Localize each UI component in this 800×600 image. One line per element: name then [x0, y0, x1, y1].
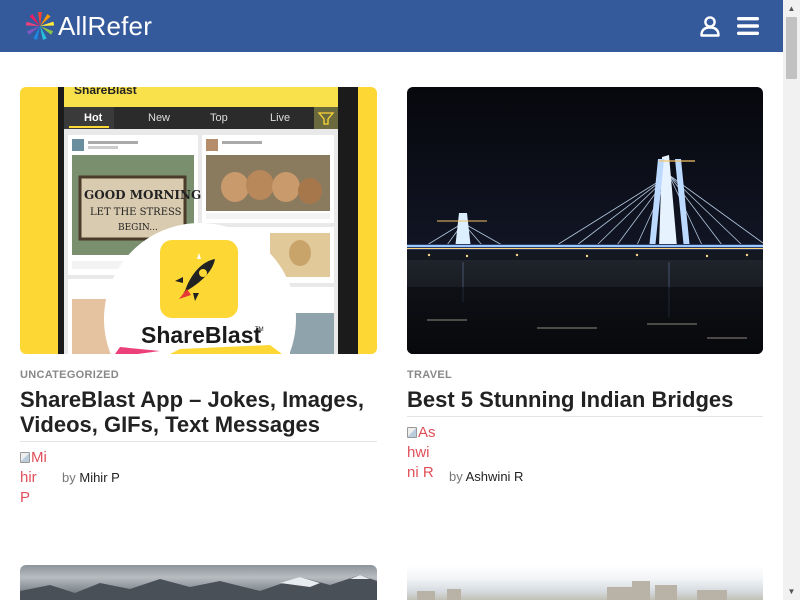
- author-avatar[interactable]: Mihir P: [20, 448, 50, 508]
- post-thumbnail[interactable]: [407, 565, 763, 600]
- main-menu-button[interactable]: [735, 13, 761, 39]
- post-title[interactable]: ShareBlast App – Jokes, Images, Videos, …: [20, 387, 377, 437]
- author-byline: by Ashwini R: [449, 469, 523, 484]
- post-thumbnail[interactable]: ShareBlast Hot New Top Live GOOD MORNING…: [20, 87, 377, 354]
- post-author-row: Mihir P by Mihir P: [20, 442, 377, 522]
- thumb-sign-line1: GOOD MORNING..: [84, 188, 209, 202]
- scroll-down-arrow-icon[interactable]: ▼: [783, 583, 800, 600]
- hamburger-menu-icon: [737, 17, 759, 35]
- svg-text:TM: TM: [255, 327, 264, 333]
- user-account-button[interactable]: [697, 13, 723, 39]
- post-thumbnail[interactable]: [407, 87, 763, 354]
- thumb-tab-new: New: [148, 112, 170, 124]
- post-category[interactable]: UNCATEGORIZED: [20, 369, 377, 381]
- thumb-sign-line2: LET THE STRESS: [90, 207, 182, 218]
- user-icon: [700, 16, 720, 37]
- byline-prefix: by: [449, 469, 463, 484]
- post-category[interactable]: TRAVEL: [407, 369, 763, 381]
- scroll-up-arrow-icon[interactable]: ▲: [783, 0, 800, 17]
- byline-prefix: by: [62, 470, 76, 485]
- vertical-scrollbar[interactable]: ▲ ▼: [783, 0, 800, 600]
- author-name[interactable]: Ashwini R: [466, 469, 524, 484]
- post-author-row: Ashwini R by Ashwini R: [407, 417, 763, 497]
- post-card: TRAVEL Best 5 Stunning Indian Bridges As…: [407, 87, 763, 497]
- starburst-logo-icon: [25, 12, 55, 40]
- author-byline: by Mihir P: [62, 470, 120, 485]
- thumb-app-name: ShareBlast: [74, 87, 137, 97]
- broken-image-icon: [407, 427, 417, 438]
- site-header: AllRefer: [0, 0, 783, 52]
- scrollbar-thumb[interactable]: [786, 17, 797, 79]
- logo-text: AllRefer: [58, 10, 153, 41]
- thumb-badge-text: ShareBlast: [141, 322, 262, 348]
- bridge-night-image: [407, 87, 763, 354]
- shareblast-app-image: ShareBlast Hot New Top Live GOOD MORNING…: [20, 87, 377, 354]
- broken-image-icon: [20, 452, 30, 463]
- thumb-tab-live: Live: [270, 112, 290, 124]
- post-card: ShareBlast Hot New Top Live GOOD MORNING…: [20, 87, 377, 522]
- post-thumbnail[interactable]: [20, 565, 377, 600]
- thumb-sign-line3: BEGIN...: [118, 223, 158, 233]
- city-skyline-image: [417, 581, 727, 600]
- mountain-image: [20, 575, 377, 600]
- thumb-tab-hot: Hot: [84, 112, 103, 124]
- site-logo[interactable]: AllRefer: [24, 10, 152, 42]
- thumb-tab-top: Top: [210, 112, 228, 124]
- author-avatar[interactable]: Ashwini R: [407, 423, 437, 483]
- post-title[interactable]: Best 5 Stunning Indian Bridges: [407, 387, 763, 412]
- author-name[interactable]: Mihir P: [79, 470, 119, 485]
